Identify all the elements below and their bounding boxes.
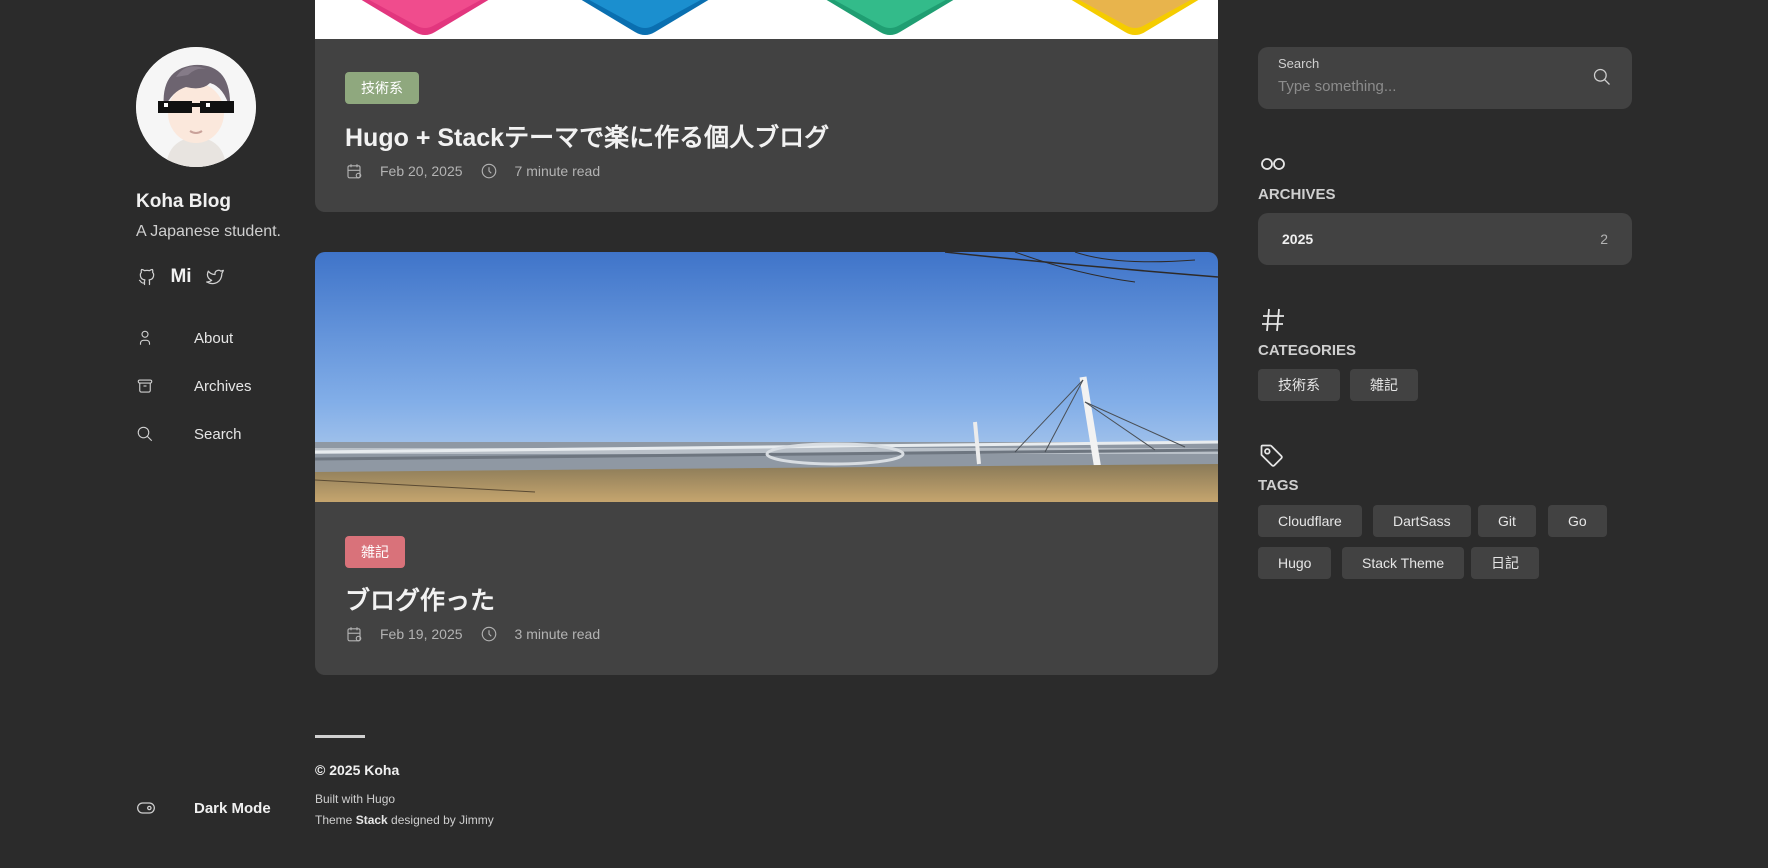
- archive-icon: [136, 377, 154, 395]
- theme-suffix: designed by Jimmy: [387, 813, 494, 827]
- footer-theme-credit: Theme Stack designed by Jimmy: [315, 813, 494, 827]
- tag-chip[interactable]: Go: [1548, 505, 1607, 537]
- footer-copyright: © 2025 Koha: [315, 762, 400, 778]
- footer-divider: [315, 735, 365, 738]
- categories-widget-title: CATEGORIES: [1258, 342, 1357, 359]
- post-title[interactable]: Hugo + Stackテーマで楽に作る個人ブログ: [345, 118, 829, 154]
- archive-year: 2025: [1282, 231, 1314, 247]
- avatar[interactable]: [136, 47, 256, 167]
- search-label: Search: [1278, 56, 1320, 71]
- theme-prefix: Theme: [315, 813, 356, 827]
- footer-built-with: Built with Hugo: [315, 792, 396, 806]
- post-date: Feb 20, 2025: [380, 163, 463, 179]
- tag-chip[interactable]: 日記: [1471, 547, 1539, 579]
- post-card[interactable]: 雑記 ブログ作った Feb 19, 2025 3 minute read: [315, 252, 1218, 675]
- category-chip[interactable]: 技術系: [1258, 369, 1340, 401]
- post-title[interactable]: ブログ作った: [345, 581, 495, 617]
- post-category-tag[interactable]: 雑記: [345, 536, 405, 568]
- search-icon[interactable]: [1592, 67, 1614, 89]
- post-meta: Feb 20, 2025 7 minute read: [345, 162, 600, 180]
- post-category-tag[interactable]: 技術系: [345, 72, 419, 104]
- avatar-illustration: [136, 47, 256, 167]
- twitter-icon[interactable]: [204, 266, 226, 288]
- site-description: A Japanese student.: [136, 223, 281, 240]
- site-name[interactable]: Koha Blog: [136, 191, 231, 213]
- search-input[interactable]: [1278, 75, 1578, 97]
- social-links: Mi: [136, 266, 226, 288]
- infinity-icon: [1258, 152, 1288, 181]
- category-chip[interactable]: 雑記: [1350, 369, 1418, 401]
- github-icon[interactable]: [136, 266, 158, 288]
- main-menu: About Archives Search: [136, 314, 286, 458]
- tags-widget-title: TAGS: [1258, 477, 1299, 494]
- archive-count: 2: [1600, 231, 1608, 247]
- menu-item-about[interactable]: About: [136, 314, 286, 362]
- theme-name-link[interactable]: Stack: [356, 813, 388, 827]
- archives-widget-title: ARCHIVES: [1258, 186, 1336, 203]
- calendar-icon: [345, 162, 363, 180]
- hash-icon: [1260, 306, 1286, 339]
- cover-graphic: [315, 0, 1218, 39]
- menu-item-archives[interactable]: Archives: [136, 362, 286, 410]
- tag-chip[interactable]: DartSass: [1373, 505, 1471, 537]
- tag-icon: [1258, 442, 1286, 475]
- tag-chip[interactable]: Git: [1478, 505, 1536, 537]
- post-meta: Feb 19, 2025 3 minute read: [345, 625, 600, 643]
- toggle-icon: [136, 798, 156, 818]
- dark-mode-label: Dark Mode: [194, 799, 271, 817]
- archive-item[interactable]: 2025 2: [1258, 213, 1632, 265]
- search-icon: [136, 425, 154, 443]
- tag-chip[interactable]: Cloudflare: [1258, 505, 1362, 537]
- tag-chip[interactable]: Stack Theme: [1342, 547, 1465, 579]
- user-icon: [136, 329, 154, 347]
- menu-item-search[interactable]: Search: [136, 410, 286, 458]
- menu-item-label: Archives: [194, 377, 252, 395]
- post-cover-image[interactable]: [315, 252, 1218, 502]
- post-read-time: 3 minute read: [514, 626, 601, 642]
- post-card[interactable]: 技術系 Hugo + Stackテーマで楽に作る個人ブログ Feb 20, 20…: [315, 0, 1218, 212]
- dark-mode-toggle[interactable]: Dark Mode: [136, 798, 271, 818]
- calendar-icon: [345, 625, 363, 643]
- post-cover-image[interactable]: [315, 0, 1218, 39]
- post-date: Feb 19, 2025: [380, 626, 463, 642]
- search-form: Search: [1258, 47, 1632, 109]
- tag-chip[interactable]: Hugo: [1258, 547, 1332, 579]
- cover-photo: [315, 252, 1218, 502]
- menu-item-label: Search: [194, 425, 242, 443]
- post-read-time: 7 minute read: [514, 163, 601, 179]
- menu-item-label: About: [194, 329, 234, 347]
- clock-icon: [480, 162, 498, 180]
- clock-icon: [480, 625, 498, 643]
- misskey-icon[interactable]: Mi: [170, 266, 192, 288]
